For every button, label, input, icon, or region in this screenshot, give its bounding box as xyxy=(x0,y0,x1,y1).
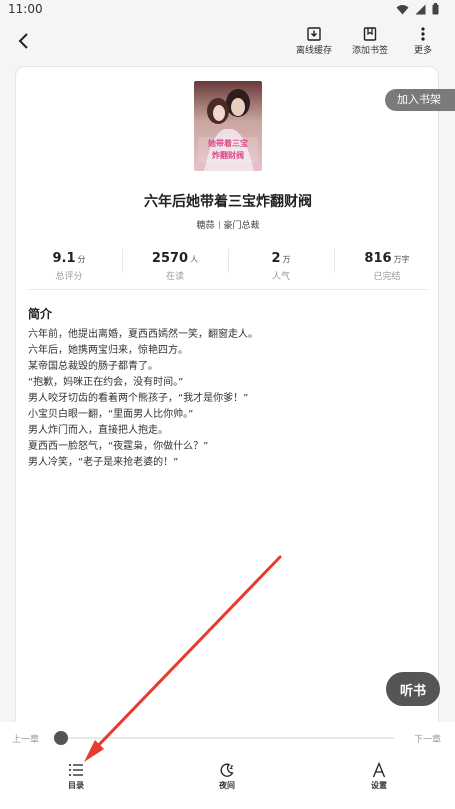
bottom-toolbar: 目录 夜间 设置 xyxy=(0,754,455,809)
night-mode-label: 夜间 xyxy=(219,781,235,790)
moon-icon xyxy=(220,763,234,777)
stat-popularity-value: 2 xyxy=(271,251,281,266)
intro-line: 夏西西一脸怒气，“夜霆枭，你做什么？” xyxy=(28,441,209,452)
back-button[interactable] xyxy=(10,28,36,54)
section-divider xyxy=(28,289,428,290)
next-chapter-button[interactable]: 下一章 xyxy=(414,732,441,745)
download-icon xyxy=(307,27,321,41)
table-of-contents-button[interactable]: 目录 xyxy=(46,762,106,791)
settings-button[interactable]: 设置 xyxy=(349,762,409,791)
book-author[interactable]: 糖蒜 xyxy=(196,221,214,231)
more-vertical-icon xyxy=(421,27,425,41)
listen-button[interactable]: 听书 xyxy=(386,672,440,706)
intro-line: 男人咬牙切齿的看着两个熊孩子，“我才是你爹！” xyxy=(28,393,249,404)
chapter-slider-thumb[interactable] xyxy=(54,731,68,745)
intro-line: 某帝国总裁毁的肠子都青了。 xyxy=(28,361,158,372)
more-button[interactable]: 更多 xyxy=(414,26,432,56)
stat-rating: 9.1 分 总评分 xyxy=(16,247,122,282)
book-cover[interactable]: 她带着三宝 炸翻财阀 xyxy=(194,81,262,171)
intro-line: 男人冷笑，“老子是来抢老婆的！” xyxy=(28,457,179,468)
intro-line: 小宝贝白眼一翻，“里面男人比你帅。” xyxy=(28,409,194,420)
book-category[interactable]: 豪门总裁 xyxy=(224,221,260,231)
toc-label: 目录 xyxy=(68,781,84,790)
book-stats: 9.1 分 总评分 2570 人 在读 2万 人气 816 万字 已完结 xyxy=(16,247,440,282)
stat-rating-label: 总评分 xyxy=(55,272,83,282)
stat-popularity: 2万 人气 xyxy=(228,247,334,282)
stat-wordcount-unit: 万字 xyxy=(393,255,410,264)
intro-line: 六年前，他提出离婚，夏西西嫣然一笑，翻窗走人。 xyxy=(28,329,258,340)
stat-readers-unit: 人 xyxy=(190,255,199,264)
cover-title-line1: 她带着三宝 xyxy=(208,138,248,148)
intro-line: 六年后，她携两宝归来，惊艳四方。 xyxy=(28,345,188,356)
status-icons xyxy=(396,3,439,15)
stat-readers-label: 在读 xyxy=(165,272,184,282)
stat-readers: 2570 人 在读 xyxy=(122,247,228,282)
night-mode-button[interactable]: 夜间 xyxy=(197,762,257,791)
add-bookmark-button[interactable]: 添加书签 xyxy=(352,26,388,56)
reader-topbar: 离线缓存 添加书签 更多 xyxy=(0,20,455,62)
chapter-slider-track[interactable] xyxy=(62,737,394,739)
stat-wordcount-label: 已完结 xyxy=(373,272,401,282)
prev-chapter-button[interactable]: 上一章 xyxy=(12,732,39,745)
wifi-icon xyxy=(396,4,409,14)
intro-text: 六年前，他提出离婚，夏西西嫣然一笑，翻窗走人。 六年后，她携两宝归来，惊艳四方。… xyxy=(28,327,428,471)
intro-line: “抱歉，妈咪正在约会，没有时间。” xyxy=(28,377,184,388)
intro-heading: 简介 xyxy=(28,307,53,321)
chapter-progress-bar: 上一章 下一章 xyxy=(0,722,455,754)
signal-icon xyxy=(415,4,426,14)
stat-wordcount: 816 万字 已完结 xyxy=(334,247,440,282)
add-to-shelf-button[interactable]: 加入书架 xyxy=(385,89,455,111)
bookmark-icon xyxy=(363,27,377,41)
book-title: 六年后她带着三宝炸翻财阀 xyxy=(144,194,312,210)
book-info-card: 她带着三宝 炸翻财阀 六年后她带着三宝炸翻财阀 糖蒜 豪门总裁 9.1 分 总评分 … xyxy=(15,66,439,734)
intro-line: 男人炸门而入，直接把人抱走。 xyxy=(28,425,168,436)
offline-cache-label: 离线缓存 xyxy=(296,46,333,56)
stat-rating-value: 9.1 xyxy=(52,251,76,266)
meta-separator xyxy=(218,221,220,229)
back-arrow-icon xyxy=(18,33,28,49)
cover-title-line2: 炸翻财阀 xyxy=(212,150,244,160)
offline-cache-button[interactable]: 离线缓存 xyxy=(296,26,332,56)
battery-icon xyxy=(432,3,439,15)
stat-popularity-label: 人气 xyxy=(271,272,290,282)
list-icon xyxy=(69,764,83,776)
settings-label: 设置 xyxy=(371,781,387,790)
cover-title-overlay: 她带着三宝 炸翻财阀 xyxy=(196,137,260,161)
status-bar: 11:00 xyxy=(0,0,455,20)
more-label: 更多 xyxy=(414,46,433,56)
stat-readers-value: 2570 xyxy=(151,251,189,266)
font-settings-icon xyxy=(372,762,386,778)
add-bookmark-label: 添加书签 xyxy=(352,46,389,56)
status-time: 11:00 xyxy=(8,2,43,16)
stat-rating-unit: 分 xyxy=(77,255,86,264)
stat-wordcount-value: 816 xyxy=(364,251,392,266)
book-meta: 糖蒜 豪门总裁 xyxy=(16,218,440,231)
stat-popularity-unit: 万 xyxy=(282,255,291,264)
